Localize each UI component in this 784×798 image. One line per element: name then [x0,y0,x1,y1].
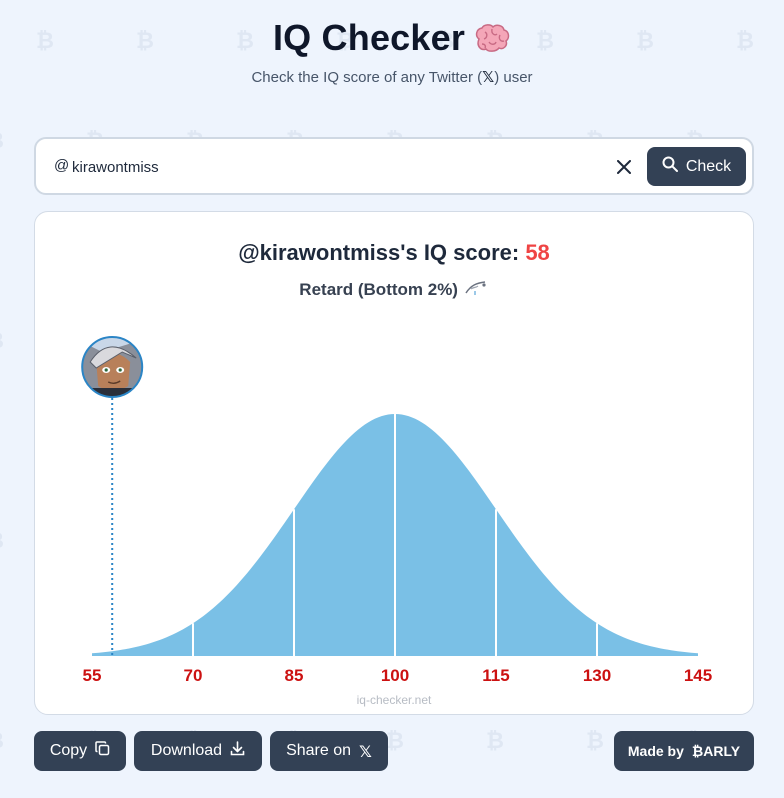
x-logo-icon: 𝕏 [359,741,372,761]
watermark: iq-checker.net [356,693,432,707]
subtitle-suffix: ) user [494,69,533,86]
chart-tick-labels: 55 70 85 100 115 130 145 [83,666,713,685]
x-tick-label: 145 [684,666,712,685]
background-glyph: ₿ [0,728,4,754]
subtitle-prefix: Check the IQ score of any Twitter ( [251,69,483,86]
background-glyph: ₿ [0,528,4,554]
check-button-label: Check [685,157,732,175]
search-icon [662,156,678,177]
background-glyph: ₿ [0,128,4,154]
search-bar: @ Check [34,137,754,195]
x-tick-label: 115 [482,666,509,685]
close-icon[interactable] [612,155,636,179]
background-glyph: ₿ [0,328,4,354]
made-by-button[interactable]: Made by ₿ARLY [614,731,754,771]
share-button[interactable]: Share on 𝕏 [270,731,388,771]
background-glyph: ₿ [586,729,604,754]
title-row: IQ Checker [0,14,784,62]
download-icon [230,741,245,761]
copy-icon [95,741,110,761]
chart-marker [81,336,144,656]
background-glyph: ₿ [486,729,504,754]
user-avatar [81,336,144,398]
download-button[interactable]: Download [134,731,262,771]
check-button[interactable]: Check [647,147,746,186]
x-tick-label: 70 [184,666,203,685]
download-button-label: Download [150,742,223,759]
iq-distribution-chart: 55 70 85 100 115 130 145 [81,336,713,685]
header: IQ Checker Check the IQ score of any Twi… [0,14,784,86]
at-symbol: @ [54,157,70,174]
x-tick-label: 55 [83,666,102,685]
x-logo-text: 𝕏 [482,69,495,86]
copy-button[interactable]: Copy [34,731,126,771]
share-button-label: Share on [286,742,352,759]
background-glyph: ₿ [386,729,404,754]
page-title: IQ Checker [272,17,466,58]
result-card: @kirawontmiss's IQ score: 58 Retard (Bot… [34,211,754,715]
made-by-label: Made by [627,743,684,759]
subtitle: Check the IQ score of any Twitter (𝕏) us… [0,68,784,86]
x-tick-label: 100 [381,666,409,685]
x-tick-label: 85 [285,666,304,685]
username-input[interactable] [72,153,612,181]
brain-icon [473,23,511,53]
copy-button-label: Copy [49,742,88,759]
made-by-brand: ₿ARLY [691,743,741,759]
x-tick-label: 130 [583,666,611,685]
